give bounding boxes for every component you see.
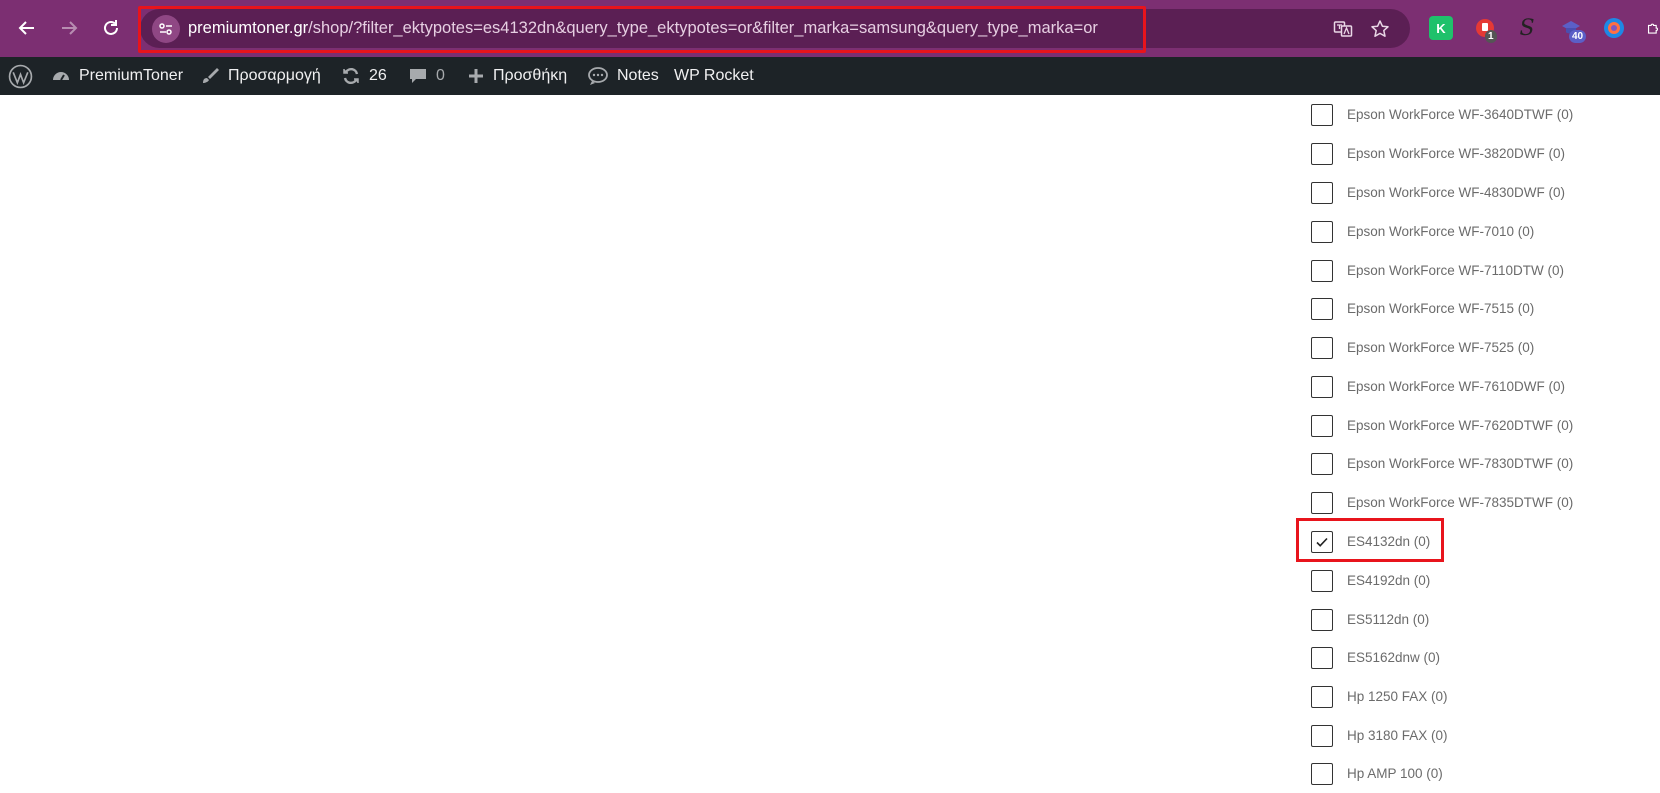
comment-icon bbox=[410, 69, 426, 83]
updates-link[interactable]: 26 bbox=[341, 57, 387, 95]
filter-checkbox[interactable] bbox=[1311, 336, 1333, 359]
filter-label: Epson WorkForce WF-7830DTWF (0) bbox=[1347, 456, 1574, 471]
customize-label: Προσαρμογή bbox=[228, 67, 321, 84]
new-label: Προσθήκη bbox=[493, 67, 568, 84]
browser-toolbar: premiumtoner.gr/shop/?filter_ektypotes=e… bbox=[0, 0, 1660, 57]
filter-checkbox[interactable] bbox=[1311, 414, 1333, 437]
k-extension-icon[interactable]: K bbox=[1429, 16, 1453, 40]
filter-checkbox[interactable] bbox=[1311, 142, 1333, 165]
new-content-menu[interactable]: Προσθήκη bbox=[467, 57, 567, 95]
filter-label: ES4132dn (0) bbox=[1347, 534, 1431, 549]
paintbrush-icon bbox=[203, 68, 219, 83]
notes-label: Notes bbox=[617, 67, 659, 84]
filter-checkbox[interactable] bbox=[1311, 491, 1333, 514]
filter-label: Epson WorkForce WF-7110DTW (0) bbox=[1347, 263, 1565, 278]
wp-admin-bar: PremiumToner Προσαρμογή 26 0 Προσθήκη No… bbox=[0, 57, 1660, 95]
reload-icon bbox=[104, 20, 118, 35]
wp-logo-button[interactable] bbox=[8, 57, 41, 95]
filter-checkbox[interactable] bbox=[1311, 685, 1333, 708]
filter-label: Epson WorkForce WF-7610DWF (0) bbox=[1347, 379, 1566, 394]
filter-checkbox[interactable] bbox=[1311, 259, 1333, 282]
site-name-menu[interactable]: PremiumToner bbox=[51, 57, 183, 95]
filter-checkbox[interactable] bbox=[1311, 220, 1333, 243]
dashboard-icon bbox=[53, 72, 69, 81]
bookmark-star-icon[interactable] bbox=[1369, 18, 1391, 40]
filter-checkbox[interactable] bbox=[1311, 646, 1333, 669]
filter-checkbox-checked[interactable] bbox=[1311, 530, 1333, 553]
updates-count: 26 bbox=[369, 67, 387, 84]
wp-rocket-label: WP Rocket bbox=[674, 67, 754, 84]
filter-checkbox[interactable] bbox=[1311, 452, 1333, 475]
arrow-left-icon bbox=[18, 21, 34, 35]
filter-label: ES5112dn (0) bbox=[1347, 612, 1430, 627]
filter-checkbox[interactable] bbox=[1311, 297, 1333, 320]
filter-label: Epson WorkForce WF-7835DTWF (0) bbox=[1347, 495, 1574, 510]
filter-checkbox[interactable] bbox=[1311, 762, 1333, 785]
firefox-relay-icon[interactable] bbox=[1602, 16, 1626, 40]
wordpress-icon bbox=[8, 64, 33, 88]
url-host: premiumtoner.gr bbox=[188, 19, 309, 37]
comments-link[interactable]: 0 bbox=[408, 57, 445, 95]
chat-bubble-icon bbox=[588, 67, 608, 85]
filter-label: Epson WorkForce WF-4830DWF (0) bbox=[1347, 185, 1566, 200]
filter-checkbox[interactable] bbox=[1311, 103, 1333, 126]
wp-rocket-menu[interactable]: WP Rocket bbox=[674, 57, 754, 95]
filter-checkbox[interactable] bbox=[1311, 724, 1333, 747]
filter-checkbox[interactable] bbox=[1311, 181, 1333, 204]
filter-label: Epson WorkForce WF-3640DTWF (0) bbox=[1347, 107, 1574, 122]
filter-label: Hp 3180 FAX (0) bbox=[1347, 728, 1448, 743]
forward-button[interactable] bbox=[54, 12, 84, 44]
filter-label: ES5162dnw (0) bbox=[1347, 650, 1441, 665]
translate-icon[interactable] bbox=[1332, 18, 1354, 40]
url-text[interactable]: premiumtoner.gr/shop/?filter_ektypotes=e… bbox=[188, 9, 1098, 48]
filter-checkbox[interactable] bbox=[1311, 569, 1333, 592]
back-button[interactable] bbox=[12, 12, 42, 44]
plus-icon bbox=[469, 69, 483, 83]
extensions-puzzle-icon[interactable] bbox=[1646, 16, 1660, 40]
checkmark-icon bbox=[1316, 537, 1328, 547]
filter-label: Epson WorkForce WF-7525 (0) bbox=[1347, 340, 1535, 355]
comments-count: 0 bbox=[436, 67, 445, 84]
filter-label: Epson WorkForce WF-7620DTWF (0) bbox=[1347, 418, 1574, 433]
s-extension-icon[interactable]: S bbox=[1515, 16, 1539, 41]
filter-label: ES4192dn (0) bbox=[1347, 573, 1431, 588]
badge-count: 40 bbox=[1569, 30, 1587, 43]
cap-extension-icon[interactable]: 40 bbox=[1559, 16, 1587, 43]
reload-button[interactable] bbox=[96, 12, 126, 44]
filter-label: Epson WorkForce WF-7010 (0) bbox=[1347, 224, 1535, 239]
url-path: /shop/?filter_ektypotes=es4132dn&query_t… bbox=[308, 19, 1098, 37]
filter-label: Epson WorkForce WF-3820DWF (0) bbox=[1347, 146, 1566, 161]
site-info-button[interactable] bbox=[152, 15, 180, 43]
site-name-label: PremiumToner bbox=[79, 67, 184, 84]
updates-icon bbox=[343, 67, 359, 85]
filter-label: Epson WorkForce WF-7515 (0) bbox=[1347, 301, 1535, 316]
badge-count: 1 bbox=[1485, 30, 1497, 43]
notes-link[interactable]: Notes bbox=[587, 57, 659, 95]
address-bar[interactable]: premiumtoner.gr/shop/?filter_ektypotes=e… bbox=[140, 9, 1410, 48]
filter-checkbox[interactable] bbox=[1311, 375, 1333, 398]
filter-label: Hp 1250 FAX (0) bbox=[1347, 689, 1448, 704]
arrow-right-icon bbox=[62, 21, 78, 35]
badge-extension-icon[interactable]: 1 bbox=[1473, 16, 1497, 43]
filter-checkbox[interactable] bbox=[1311, 608, 1333, 631]
tune-icon bbox=[159, 23, 172, 35]
customize-link[interactable]: Προσαρμογή bbox=[200, 57, 321, 95]
